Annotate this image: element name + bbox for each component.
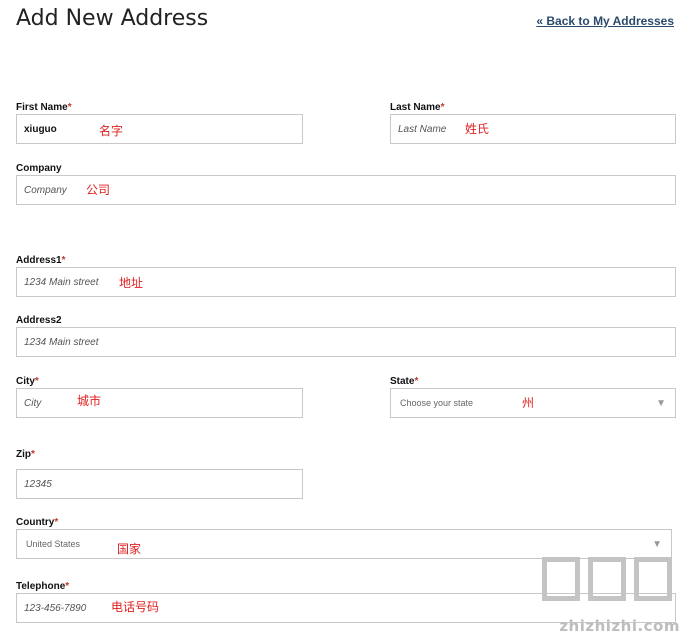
watermark-logo <box>542 557 672 601</box>
required-mark: * <box>440 102 445 113</box>
last-name-field-box <box>390 114 676 144</box>
address1-input[interactable] <box>17 268 675 296</box>
required-mark: * <box>65 581 70 592</box>
zip-field-box <box>16 469 303 499</box>
state-select[interactable]: Choose your state ▼ <box>390 388 676 418</box>
address1-label-text: Address1 <box>16 255 62 266</box>
country-selected-value: United States <box>26 539 81 549</box>
country-label: Country* <box>16 517 58 528</box>
country-select[interactable]: United States ▼ <box>16 529 672 559</box>
company-input[interactable] <box>17 176 675 204</box>
address2-label: Address2 <box>16 315 62 326</box>
watermark-text: zhizhizhi.com <box>559 617 680 635</box>
city-field-box <box>16 388 303 418</box>
first-name-label: First Name* <box>16 102 72 113</box>
first-name-label-text: First Name <box>16 102 68 113</box>
state-label-text: State <box>390 376 415 387</box>
company-field-box <box>16 175 676 205</box>
first-name-field-box <box>16 114 303 144</box>
state-selected-value: Choose your state <box>400 398 474 408</box>
chevron-down-icon: ▼ <box>656 397 666 409</box>
address1-field-box <box>16 267 676 297</box>
state-label: State* <box>390 376 418 387</box>
page-title: Add New Address <box>16 6 209 31</box>
zip-input[interactable] <box>17 470 302 498</box>
country-label-text: Country <box>16 517 55 528</box>
company-label-text: Company <box>16 163 62 174</box>
chevron-down-icon: ▼ <box>652 538 662 550</box>
address1-label: Address1* <box>16 255 65 266</box>
first-name-input[interactable] <box>17 115 302 143</box>
telephone-label: Telephone* <box>16 581 69 592</box>
city-label: City* <box>16 376 39 387</box>
required-mark: * <box>414 376 419 387</box>
required-mark: * <box>67 102 72 113</box>
company-label: Company <box>16 163 62 174</box>
last-name-label-text: Last Name <box>390 102 441 113</box>
zip-label-text: Zip <box>16 449 31 460</box>
back-to-addresses-link[interactable]: « Back to My Addresses <box>536 14 674 28</box>
required-mark: * <box>34 376 39 387</box>
address2-field-box <box>16 327 676 357</box>
required-mark: * <box>31 449 35 460</box>
address2-label-text: Address2 <box>16 315 62 326</box>
last-name-label: Last Name* <box>390 102 444 113</box>
last-name-input[interactable] <box>391 115 675 143</box>
required-mark: * <box>61 255 66 266</box>
zip-label: Zip* <box>16 449 35 460</box>
watermark: zhizhizhi.com <box>535 557 680 637</box>
city-input[interactable] <box>17 389 302 417</box>
required-mark: * <box>54 517 59 528</box>
city-label-text: City <box>16 376 35 387</box>
telephone-label-text: Telephone <box>16 581 66 592</box>
address2-input[interactable] <box>17 328 675 356</box>
